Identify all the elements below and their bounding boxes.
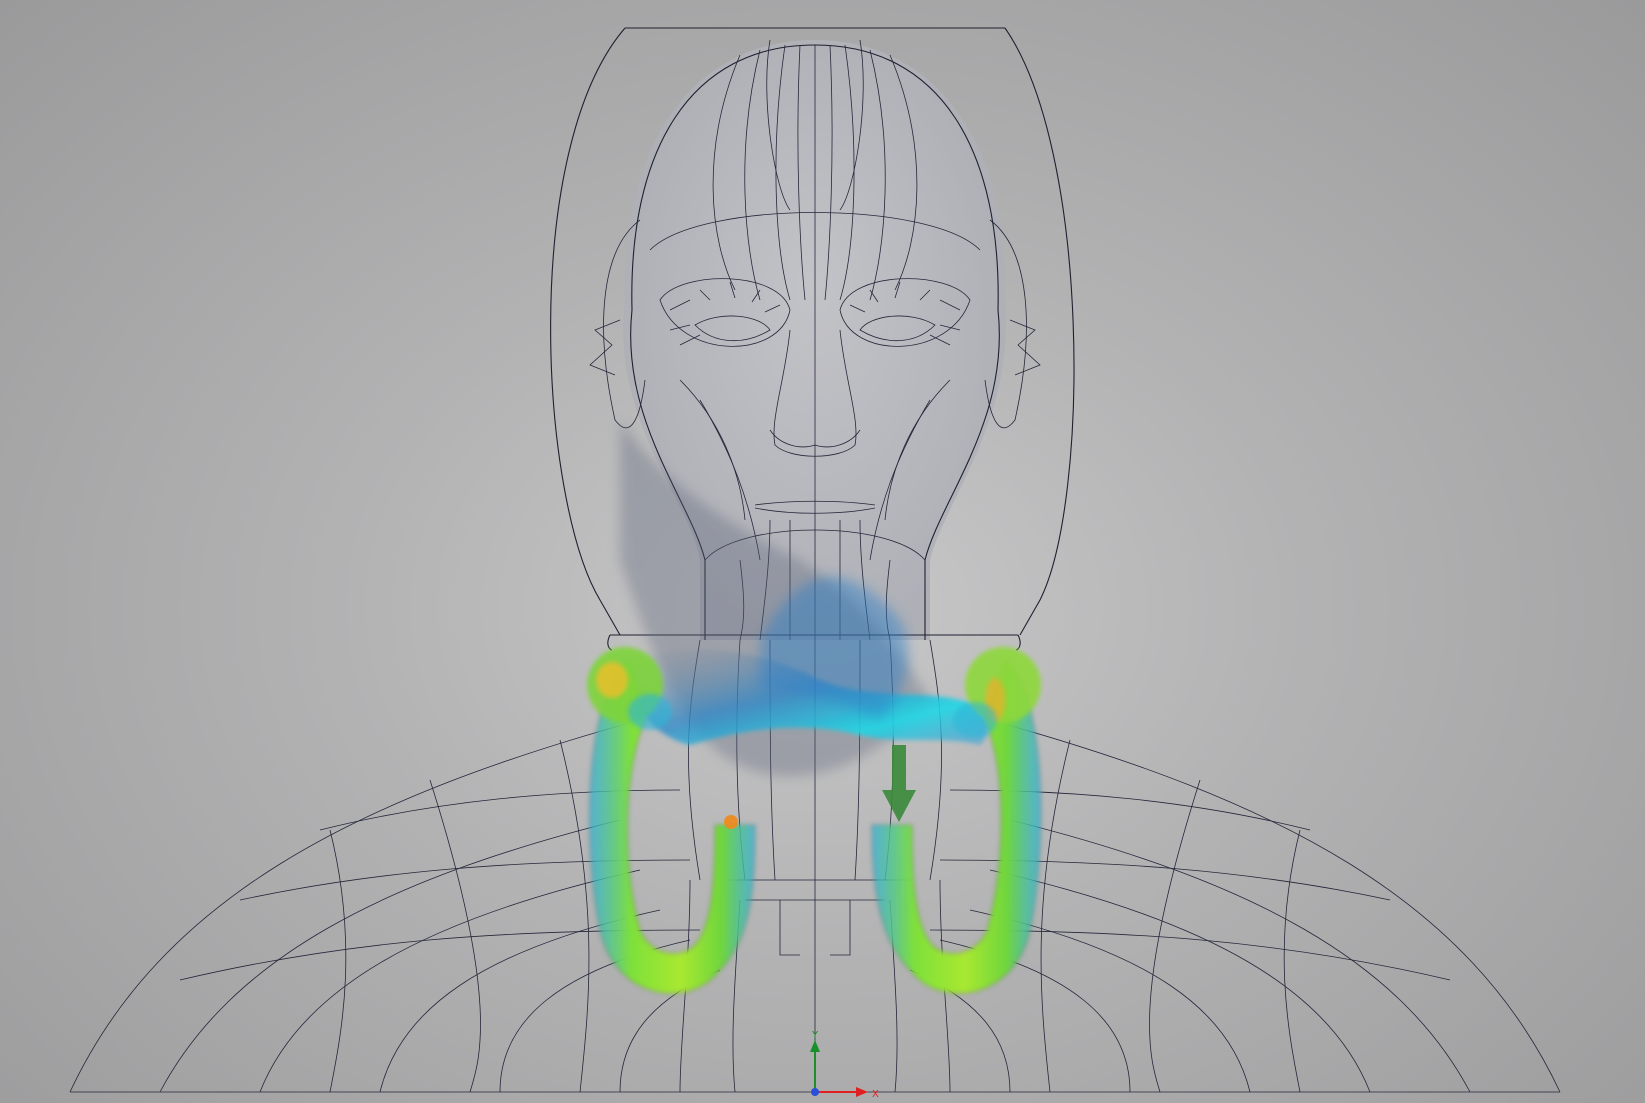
triad-y-arrow xyxy=(810,1040,820,1052)
triad-x-arrow xyxy=(856,1087,868,1097)
triad-origin xyxy=(811,1088,819,1096)
coordinate-triad-icon: Y X xyxy=(810,1030,879,1100)
cad-viewport[interactable]: Y X xyxy=(0,0,1645,1103)
load-arrow-icon[interactable] xyxy=(882,745,916,822)
probe-marker-icon[interactable] xyxy=(724,815,738,829)
triad-y-label: Y xyxy=(811,1030,819,1041)
triad-x-label: X xyxy=(872,1089,879,1100)
model-view[interactable]: Y X xyxy=(0,0,1645,1103)
